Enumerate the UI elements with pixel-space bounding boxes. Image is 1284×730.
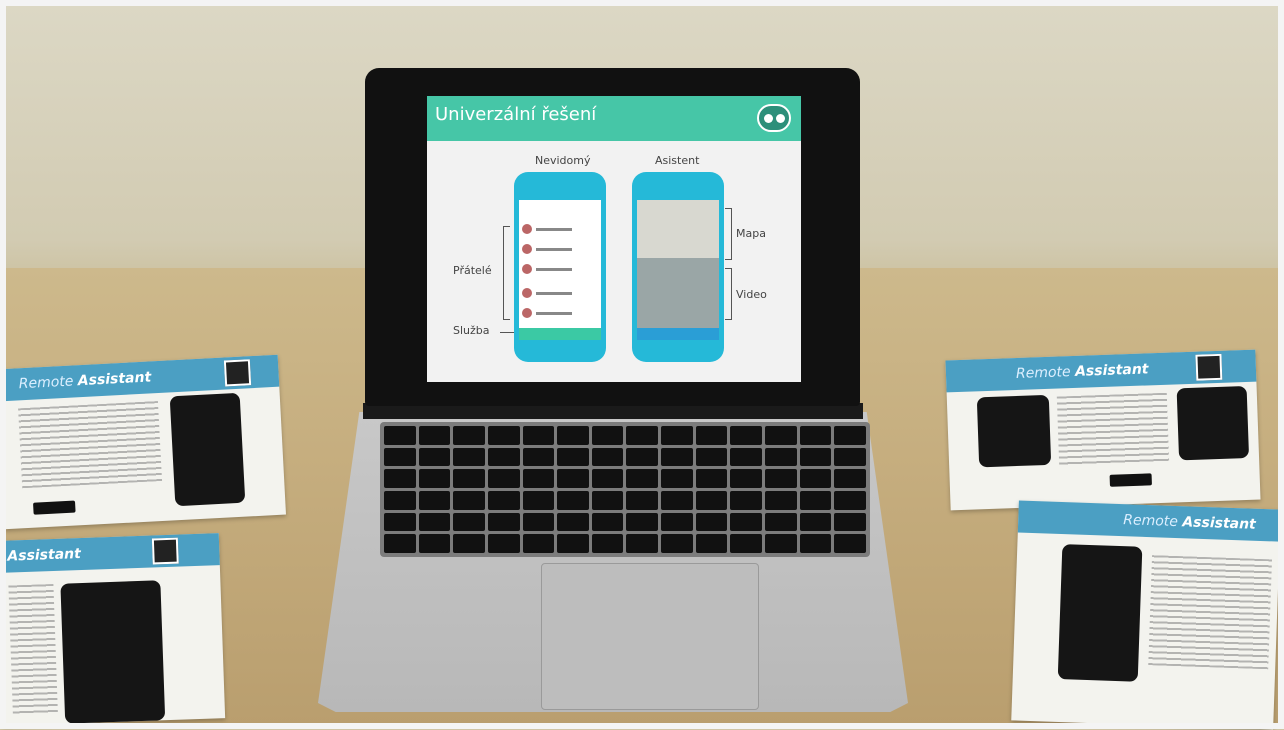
app-store-badge	[1109, 473, 1152, 487]
flyer-right-bottom: Remote Assistant	[1011, 500, 1281, 730]
qr-code-icon	[1195, 353, 1223, 381]
bracket-map	[725, 208, 732, 260]
flyer-body-text	[8, 583, 58, 716]
laptop-screen: Univerzální řešení Nevidomý Asistent Přá…	[427, 96, 801, 382]
flyer-left-bottom: Assistant	[0, 533, 226, 726]
flyer-right-top: Remote Assistant	[945, 349, 1261, 511]
slide-title: Univerzální řešení	[435, 104, 597, 125]
map-view	[637, 200, 719, 258]
app-store-badge	[33, 500, 76, 515]
column-label-assistant: Asistent	[655, 154, 700, 167]
phone-blind	[514, 172, 606, 362]
phone-assistant	[632, 172, 724, 362]
bracket-video	[725, 268, 732, 320]
eyes-logo-icon	[757, 104, 791, 132]
qr-code-icon	[223, 359, 252, 387]
label-service: Služba	[453, 324, 490, 337]
video-view	[637, 258, 719, 328]
flyer-phone-image	[1176, 385, 1250, 461]
flyer-left-top: Remote Assistant	[0, 354, 286, 530]
phone-screen-contacts	[519, 200, 601, 340]
label-video: Video	[736, 288, 767, 301]
column-label-blind: Nevidomý	[535, 154, 591, 167]
phone-screen-assistant	[637, 200, 719, 340]
service-connector	[500, 332, 514, 333]
flyer-body-text	[1148, 555, 1273, 670]
qr-code-icon	[151, 537, 179, 565]
bracket-friends	[503, 226, 510, 320]
flyer-phone-image	[1057, 544, 1143, 682]
flyer-phone-image	[976, 394, 1052, 468]
keyboard	[380, 422, 870, 557]
label-friends: Přátelé	[453, 264, 492, 277]
flyer-phone-image	[169, 392, 246, 507]
flyer-brand: Assistant	[7, 546, 82, 565]
assistant-toolbar	[637, 328, 719, 340]
label-map: Mapa	[736, 227, 766, 240]
trackpad	[541, 563, 759, 710]
flyer-body-text	[18, 401, 163, 489]
flyer-phone-image	[60, 580, 166, 724]
service-button	[519, 328, 601, 340]
flyer-body-text	[1056, 392, 1170, 467]
